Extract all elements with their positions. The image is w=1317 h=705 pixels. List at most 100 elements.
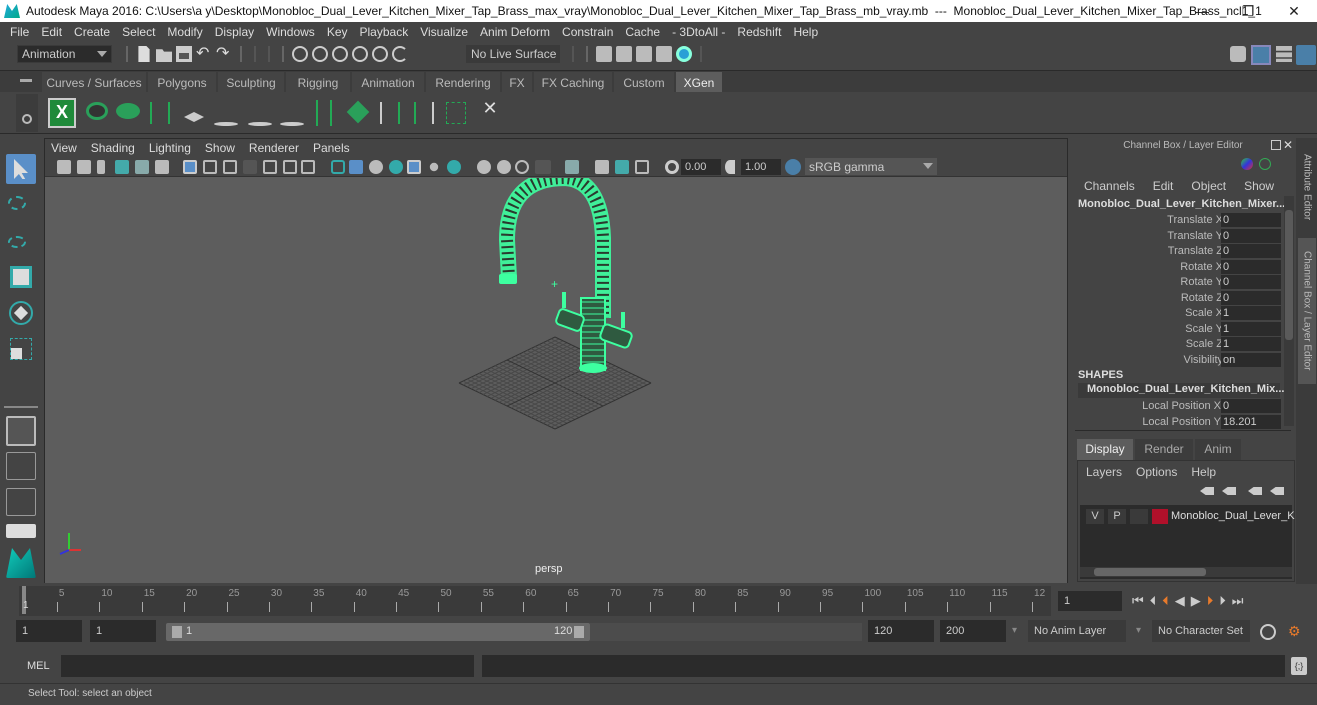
- add-guide-icon[interactable]: [212, 98, 240, 128]
- channel-row[interactable]: Translate Y0: [1071, 228, 1285, 244]
- vp-menu-panels[interactable]: Panels: [313, 141, 350, 155]
- outliner-layout-icon[interactable]: [6, 524, 36, 538]
- command-mode-label[interactable]: MEL: [27, 660, 50, 672]
- render-view-icon[interactable]: [596, 46, 612, 62]
- restore-button[interactable]: ❐: [1225, 0, 1271, 22]
- guides-icon[interactable]: [310, 98, 338, 128]
- channel-label[interactable]: Translate Z: [1073, 244, 1223, 259]
- go-to-start-icon[interactable]: ⏮: [1132, 593, 1144, 609]
- channel-label[interactable]: Translate X: [1073, 213, 1223, 228]
- channel-label[interactable]: Scale Z: [1073, 337, 1223, 352]
- backface-icon[interactable]: [635, 160, 649, 174]
- channel-row[interactable]: Translate Z0: [1071, 244, 1285, 259]
- tab-sculpting[interactable]: Sculpting: [218, 72, 284, 93]
- snap-live-icon[interactable]: [372, 46, 388, 62]
- play-forwards-icon[interactable]: ▶: [1191, 593, 1201, 609]
- gear-icon[interactable]: [22, 114, 32, 124]
- channel-box-toggle-icon[interactable]: [1296, 45, 1316, 65]
- textured-icon[interactable]: [389, 160, 403, 174]
- channel-value[interactable]: 0: [1221, 228, 1281, 243]
- snap-view-plane-icon[interactable]: [352, 46, 368, 62]
- channel-row[interactable]: Visibility on: [1071, 352, 1285, 368]
- channel-value[interactable]: 1: [1221, 321, 1281, 336]
- ssao-icon[interactable]: [477, 160, 491, 174]
- time-ruler[interactable]: 1 5 10 15 20 25 30 35 40 45 50 55 60 65 70 75 80 85 90 95 1…: [19, 586, 1051, 616]
- gamma-field[interactable]: 1.00: [741, 159, 781, 175]
- save-scene-icon[interactable]: [176, 46, 192, 62]
- tab-fx-caching[interactable]: FX Caching: [534, 72, 612, 93]
- tab-anim[interactable]: Anim: [1195, 439, 1241, 460]
- gate-mask-icon[interactable]: [243, 160, 257, 174]
- add-guides-icon[interactable]: [146, 98, 174, 128]
- chevron-down-icon[interactable]: ▾: [1012, 625, 1017, 636]
- tab-fx[interactable]: FX: [502, 72, 532, 93]
- xgen-preview-icon[interactable]: [82, 98, 110, 128]
- channel-row[interactable]: Translate X0: [1071, 213, 1285, 228]
- menu-cache[interactable]: Cache: [619, 25, 666, 39]
- range-end-handle[interactable]: [574, 626, 584, 638]
- channel-row[interactable]: Rotate Y0: [1071, 275, 1285, 290]
- safe-action-icon[interactable]: [283, 160, 297, 174]
- color-management-icon[interactable]: [785, 159, 801, 175]
- channel-label[interactable]: Translate Y: [1073, 229, 1223, 244]
- menu-file[interactable]: File: [4, 25, 35, 39]
- playback-end-field[interactable]: 120: [868, 620, 934, 642]
- motion-blur-icon[interactable]: [497, 160, 511, 174]
- snap-surface-icon[interactable]: [392, 46, 408, 62]
- undo-icon[interactable]: ↶: [196, 46, 212, 62]
- grid-toggle-icon[interactable]: [183, 160, 197, 174]
- shape-channel-value[interactable]: 18.201: [1221, 414, 1281, 429]
- shelf-menu-icon[interactable]: [20, 79, 32, 82]
- vp-menu-renderer[interactable]: Renderer: [249, 141, 299, 155]
- layer-h-scrollbar[interactable]: [1080, 567, 1292, 577]
- channel-value[interactable]: 1: [1221, 306, 1281, 320]
- menu-key[interactable]: Key: [321, 25, 354, 39]
- auto-key-icon[interactable]: [1260, 624, 1276, 640]
- step-forward-icon[interactable]: ⏵: [1219, 593, 1226, 609]
- channel-row[interactable]: Scale X1: [1071, 306, 1285, 321]
- channel-value[interactable]: 1: [1221, 337, 1281, 351]
- menu-playback[interactable]: Playback: [354, 25, 415, 39]
- channel-label[interactable]: Scale X: [1073, 306, 1223, 321]
- depth-of-field-icon[interactable]: [535, 160, 551, 174]
- redo-icon[interactable]: ↷: [216, 46, 232, 62]
- vp-menu-view[interactable]: View: [51, 141, 77, 155]
- use-lights-icon[interactable]: [429, 162, 439, 172]
- channel-value[interactable]: on: [1221, 352, 1281, 367]
- sample-icon[interactable]: [180, 98, 208, 128]
- two-pane-layout-icon[interactable]: [6, 488, 36, 516]
- layer-menu-help[interactable]: Help: [1191, 465, 1216, 479]
- menuset-dropdown[interactable]: Animation: [17, 45, 112, 63]
- scrollbar-thumb[interactable]: [1285, 210, 1293, 340]
- menu-anim-deform[interactable]: Anim Deform: [474, 25, 556, 39]
- new-layer-selected-icon[interactable]: [1270, 487, 1284, 495]
- scene-canvas[interactable]: +: [45, 178, 1067, 583]
- layer-visibility-toggle[interactable]: V: [1086, 509, 1104, 524]
- range-bar[interactable]: 1 120: [166, 623, 590, 641]
- scrollbar-thumb[interactable]: [1094, 568, 1206, 576]
- wireframe-icon[interactable]: [331, 160, 345, 174]
- image-plane-icon[interactable]: [115, 160, 129, 174]
- vp-menu-show[interactable]: Show: [205, 141, 235, 155]
- close-panel-icon[interactable]: ✕: [1283, 138, 1293, 152]
- shape-channel-label[interactable]: Local Position X: [1071, 399, 1221, 414]
- single-pane-layout-icon[interactable]: [6, 416, 36, 446]
- channel-row[interactable]: Rotate Z0: [1071, 290, 1285, 306]
- resolution-gate-icon[interactable]: [223, 160, 237, 174]
- modeling-toolkit-icon[interactable]: [1230, 46, 1246, 62]
- delete-guides-icon[interactable]: ✕: [476, 98, 504, 128]
- smooth-shade-icon[interactable]: [349, 160, 363, 174]
- channel-value[interactable]: 0: [1221, 290, 1281, 305]
- shadows-icon[interactable]: [447, 160, 461, 174]
- cb-menu-show[interactable]: Show: [1244, 179, 1274, 193]
- paint-select-tool-icon[interactable]: [6, 226, 36, 256]
- menu-visualize[interactable]: Visualize: [414, 25, 474, 39]
- move-layer-down-icon[interactable]: [1222, 487, 1236, 495]
- close-button[interactable]: ✕: [1271, 0, 1317, 22]
- step-back-key-icon[interactable]: ⏴: [1162, 593, 1169, 609]
- tube-guides-icon[interactable]: [442, 98, 470, 128]
- shape-channel-row[interactable]: Local Position X0: [1071, 399, 1285, 414]
- tab-animation[interactable]: Animation: [352, 72, 424, 93]
- layer-menu-layers[interactable]: Layers: [1086, 465, 1122, 479]
- anti-aliasing-icon[interactable]: [515, 160, 529, 174]
